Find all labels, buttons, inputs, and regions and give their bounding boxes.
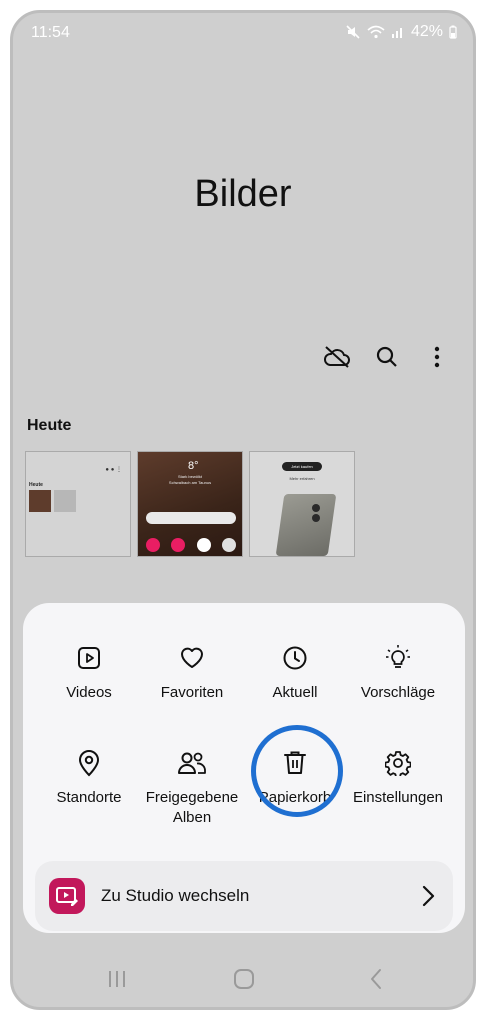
location-pin-icon xyxy=(74,748,104,778)
section-title-today: Heute xyxy=(27,417,72,434)
toolbar xyxy=(323,343,451,371)
menu-item-label: Vorschläge xyxy=(360,684,436,701)
status-time: 11:54 xyxy=(31,24,70,41)
mute-icon xyxy=(345,24,361,40)
back-icon[interactable] xyxy=(361,965,391,993)
chevron-right-icon xyxy=(421,885,435,912)
trash-highlight-ring xyxy=(251,725,343,817)
thumb3-phone-image xyxy=(275,494,337,556)
thumb3-buy-button: Jetzt kaufen xyxy=(282,462,322,471)
menu-item-settings[interactable]: Einstellungen xyxy=(345,748,451,808)
heart-icon xyxy=(177,643,207,673)
thumb1-toolbar-dots: ● ● ⋮ xyxy=(105,467,122,473)
menu-item-recent[interactable]: Aktuell xyxy=(242,643,348,703)
menu-item-label: Einstellungen xyxy=(352,789,444,806)
thumb2-app-dock xyxy=(146,538,236,552)
phone-screen: 11:54 42% Bilder Heute Heute ● ● ⋮ 8° St… xyxy=(10,10,476,1010)
thumb3-more-link: Mehr erfahren xyxy=(289,476,315,481)
bottom-menu-sheet: Videos Favoriten Aktuell Vorschläge Stan… xyxy=(23,603,465,933)
status-bar: 11:54 42% xyxy=(13,13,473,53)
play-icon xyxy=(74,643,104,673)
thumb2-searchbar xyxy=(146,512,236,524)
menu-item-shared-albums[interactable]: Freigegebene Alben xyxy=(139,748,245,828)
menu-item-label: Aktuell xyxy=(272,684,318,701)
thumbnail-row: Heute ● ● ⋮ 8° Stark bewölkt Schwalbach … xyxy=(25,451,355,557)
menu-item-label: Standorte xyxy=(56,789,122,806)
studio-label: Zu Studio wechseln xyxy=(101,886,250,905)
thumb1-title: Heute xyxy=(29,482,43,488)
menu-item-locations[interactable]: Standorte xyxy=(36,748,142,808)
page-title: Bilder xyxy=(194,173,292,215)
cloud-off-icon[interactable] xyxy=(323,343,351,371)
lightbulb-icon xyxy=(383,643,413,673)
battery-level: 42% xyxy=(410,23,443,40)
studio-app-icon xyxy=(49,878,85,914)
menu-item-label: Freigegebene Alben xyxy=(145,789,239,826)
thumbnail-homescreen[interactable]: 8° Stark bewölkt Schwalbach am Taunus xyxy=(137,451,243,557)
menu-item-label: Videos xyxy=(66,684,112,701)
thumb2-temp: 8° xyxy=(188,460,199,472)
gear-icon xyxy=(383,748,413,778)
clock-icon xyxy=(280,643,310,673)
signal-icon xyxy=(391,25,405,39)
wifi-icon xyxy=(367,25,385,39)
recent-apps-icon[interactable] xyxy=(102,965,132,993)
menu-item-favorites[interactable]: Favoriten xyxy=(139,643,245,703)
thumb1-mini-photo-a xyxy=(29,490,51,512)
people-icon xyxy=(177,748,207,778)
thumb1-mini-photo-b xyxy=(54,490,76,512)
switch-to-studio-button[interactable]: Zu Studio wechseln xyxy=(35,861,453,931)
thumbnail-phone-ad[interactable]: Jetzt kaufen Mehr erfahren xyxy=(249,451,355,557)
system-nav-bar xyxy=(13,951,473,1007)
search-icon[interactable] xyxy=(373,343,401,371)
battery-icon xyxy=(449,25,457,39)
more-options-icon[interactable] xyxy=(423,343,451,371)
menu-item-suggestions[interactable]: Vorschläge xyxy=(345,643,451,703)
menu-item-label: Favoriten xyxy=(160,684,224,701)
thumbnail-gallery-screenshot[interactable]: Heute ● ● ⋮ xyxy=(25,451,131,557)
status-icons: 42% xyxy=(345,23,457,41)
thumb2-weather-line2: Schwalbach am Taunus xyxy=(168,480,212,485)
thumb3-cameras xyxy=(312,504,326,530)
home-icon[interactable] xyxy=(229,965,259,993)
thumb2-weather-line1: Stark bewölkt xyxy=(177,474,202,479)
menu-item-videos[interactable]: Videos xyxy=(36,643,142,703)
